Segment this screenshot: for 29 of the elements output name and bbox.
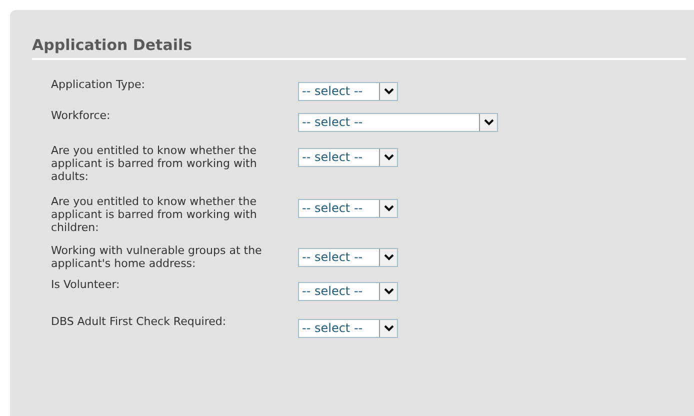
dropdown-value: -- select -- [301, 114, 364, 131]
field-label: Are you entitled to know whether the applicant is barred from working with adults: [51, 144, 258, 183]
field-label: Workforce: [51, 109, 112, 122]
field-label: Application Type: [51, 78, 146, 91]
dropdown[interactable]: -- select -- [298, 319, 398, 338]
chevron-icon [479, 114, 497, 131]
field-label: DBS Adult First Check Required: [51, 315, 228, 328]
chevron-icon [379, 249, 397, 266]
dropdown-value: -- select -- [301, 283, 364, 300]
field-label: Working with vulnerable groups at the applicant's home address: [51, 244, 263, 270]
dropdown[interactable]: -- select -- [298, 248, 398, 267]
section-title: Application Details [32, 34, 686, 60]
chevron-icon [379, 83, 397, 100]
dropdown-value: -- select -- [301, 149, 364, 166]
dropdown[interactable]: -- select -- [298, 82, 398, 101]
chevron-icon [379, 320, 397, 337]
dropdown-value: -- select -- [301, 200, 364, 217]
chevron-icon [379, 149, 397, 166]
field-label: Are you entitled to know whether the applicant is barred from working with children: [51, 195, 258, 234]
chevron-icon [379, 200, 397, 217]
dropdown[interactable]: -- select -- [298, 199, 398, 218]
dropdown-value: -- select -- [301, 320, 364, 337]
dropdown-value: -- select -- [301, 83, 364, 100]
dropdown-value: -- select -- [301, 249, 364, 266]
dropdown[interactable]: -- select -- [298, 113, 498, 132]
dropdown[interactable]: -- select -- [298, 148, 398, 167]
dropdown[interactable]: -- select -- [298, 282, 398, 301]
field-label: Is Volunteer: [51, 278, 121, 291]
chevron-icon [379, 283, 397, 300]
